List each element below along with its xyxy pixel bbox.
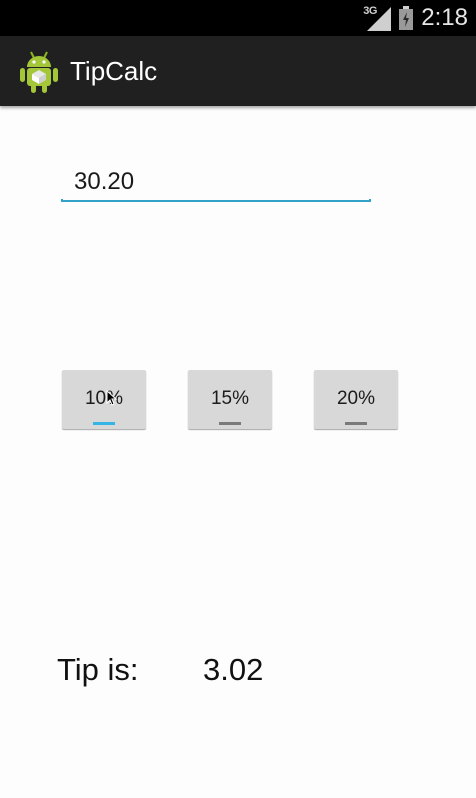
- tip-10-indicator: [93, 422, 115, 425]
- status-icons: 3G 2:18: [363, 0, 468, 36]
- action-bar: TipCalc: [0, 36, 476, 106]
- tip-20-label: 20%: [336, 388, 376, 409]
- tip-20-button[interactable]: 20%: [314, 370, 398, 429]
- field-underline: [61, 199, 371, 202]
- tip-15-label: 15%: [210, 388, 250, 409]
- tip-10-label: 10%: [84, 388, 124, 409]
- android-icon: [20, 51, 58, 93]
- tip-result-value: 3.02: [203, 652, 264, 687]
- tip-result-label: Tip is:: [57, 652, 139, 687]
- clock: 2:18: [421, 4, 468, 31]
- tip-15-button[interactable]: 15%: [188, 370, 272, 429]
- mouse-pointer-icon: [106, 390, 118, 406]
- tip-10-button[interactable]: 10%: [62, 370, 146, 429]
- battery-icon: [399, 6, 414, 30]
- signal-icon: 3G: [363, 5, 392, 31]
- tip-20-indicator: [345, 422, 367, 425]
- status-bar: 3G 2:18: [0, 0, 476, 36]
- bill-amount-field[interactable]: [61, 160, 371, 204]
- app-title: TipCalc: [70, 56, 158, 86]
- tip-15-indicator: [219, 422, 241, 425]
